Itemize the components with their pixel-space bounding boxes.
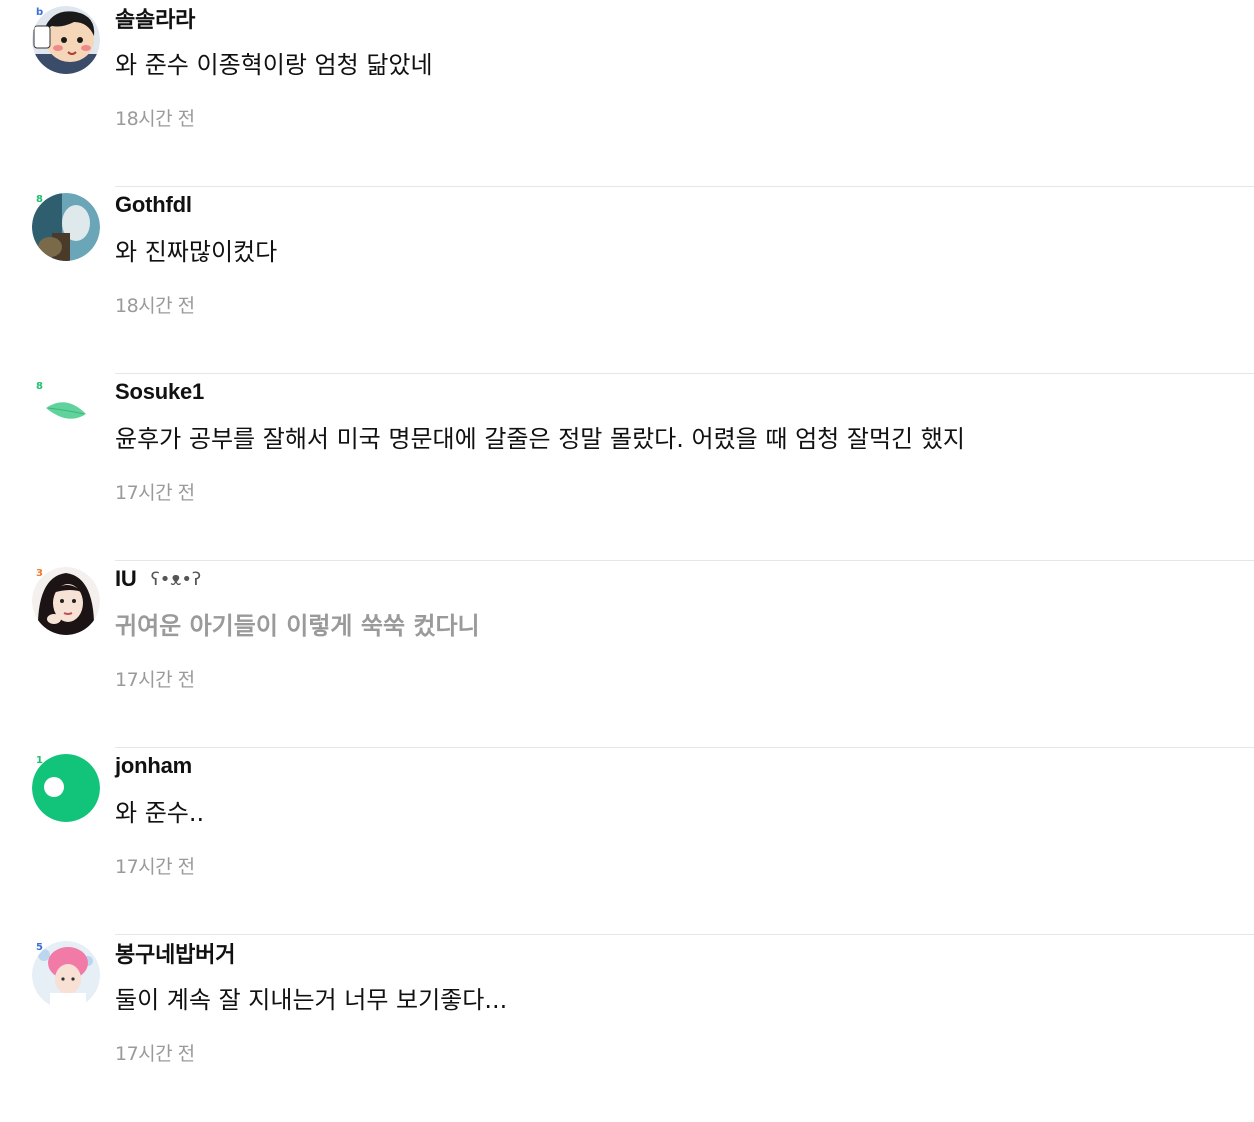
comment-text: 윤후가 공부를 잘해서 미국 명문대에 갈줄은 정말 몰랐다. 어렸을 때 엄청… — [115, 425, 965, 453]
comment-author[interactable]: Gothfdl — [115, 192, 192, 218]
comment-timestamp: 17시간 전 — [115, 669, 195, 691]
comment-author[interactable]: jonham — [115, 753, 192, 779]
avatar[interactable]: b — [32, 6, 102, 76]
comment-text: 와 준수 이종혁이랑 엄청 닮았네 — [115, 51, 433, 79]
comment-timestamp: 17시간 전 — [115, 856, 195, 878]
avatar[interactable]: 8 — [32, 380, 102, 450]
comment-timestamp: 18시간 전 — [115, 295, 195, 317]
comment-item: 8 Gothfdl 와 진짜많이컸다 18시간 전 — [0, 187, 1254, 374]
comment-text: 귀여운 아기들이 이렇게 쑥쑥 컸다니 — [115, 612, 480, 640]
comment-text: 와 진짜많이컸다 — [115, 238, 278, 266]
comment-item: b 솔솔라라 와 준수 이종혁이랑 엄청 닮았네 18시간 전 — [0, 0, 1254, 187]
level-badge: 5 — [36, 942, 43, 953]
avatar[interactable]: 1 — [32, 754, 102, 824]
comment-author[interactable]: 봉구네밥버거 — [115, 937, 235, 969]
comment-text: 둘이 계속 잘 지내는거 너무 보기좋다... — [115, 986, 508, 1014]
comment-list: b 솔솔라라 와 준수 이종혁이랑 엄청 닮았네 18시간 전 8 Gothfd… — [0, 0, 1254, 1086]
comment-item: 5 봉구네밥버거 둘이 계속 잘 지내는거 너무 보기좋다... 17시간 전 — [0, 935, 1254, 1122]
avatar[interactable]: 5 — [32, 941, 102, 1011]
level-badge: b — [36, 7, 44, 18]
comment-author[interactable]: 솔솔라라 — [115, 2, 195, 34]
level-badge: 3 — [36, 568, 43, 579]
comment-timestamp: 17시간 전 — [115, 1043, 195, 1065]
comment-author[interactable]: Sosuke1 — [115, 379, 204, 405]
emoticon-label: ʕ•ᴥ•ʔ — [150, 568, 202, 590]
level-badge: 8 — [36, 194, 43, 205]
comment-item: 1 jonham 와 준수.. 17시간 전 — [0, 748, 1254, 935]
comment-timestamp: 17시간 전 — [115, 482, 195, 504]
avatar[interactable]: 3 — [32, 567, 102, 637]
comment-author[interactable]: IU — [115, 566, 137, 592]
level-badge: 8 — [36, 381, 43, 392]
comment-timestamp: 18시간 전 — [115, 108, 195, 130]
comment-item: 3 IU ʕ•ᴥ•ʔ 귀여운 아기들이 이렇게 쑥쑥 컸다니 17시간 전 — [0, 561, 1254, 748]
comment-item: 8 Sosuke1 윤후가 공부를 잘해서 미국 명문대에 갈줄은 정말 몰랐다… — [0, 374, 1254, 561]
avatar[interactable]: 8 — [32, 193, 102, 263]
level-badge: 1 — [36, 755, 43, 766]
comment-text: 와 준수.. — [115, 799, 205, 827]
